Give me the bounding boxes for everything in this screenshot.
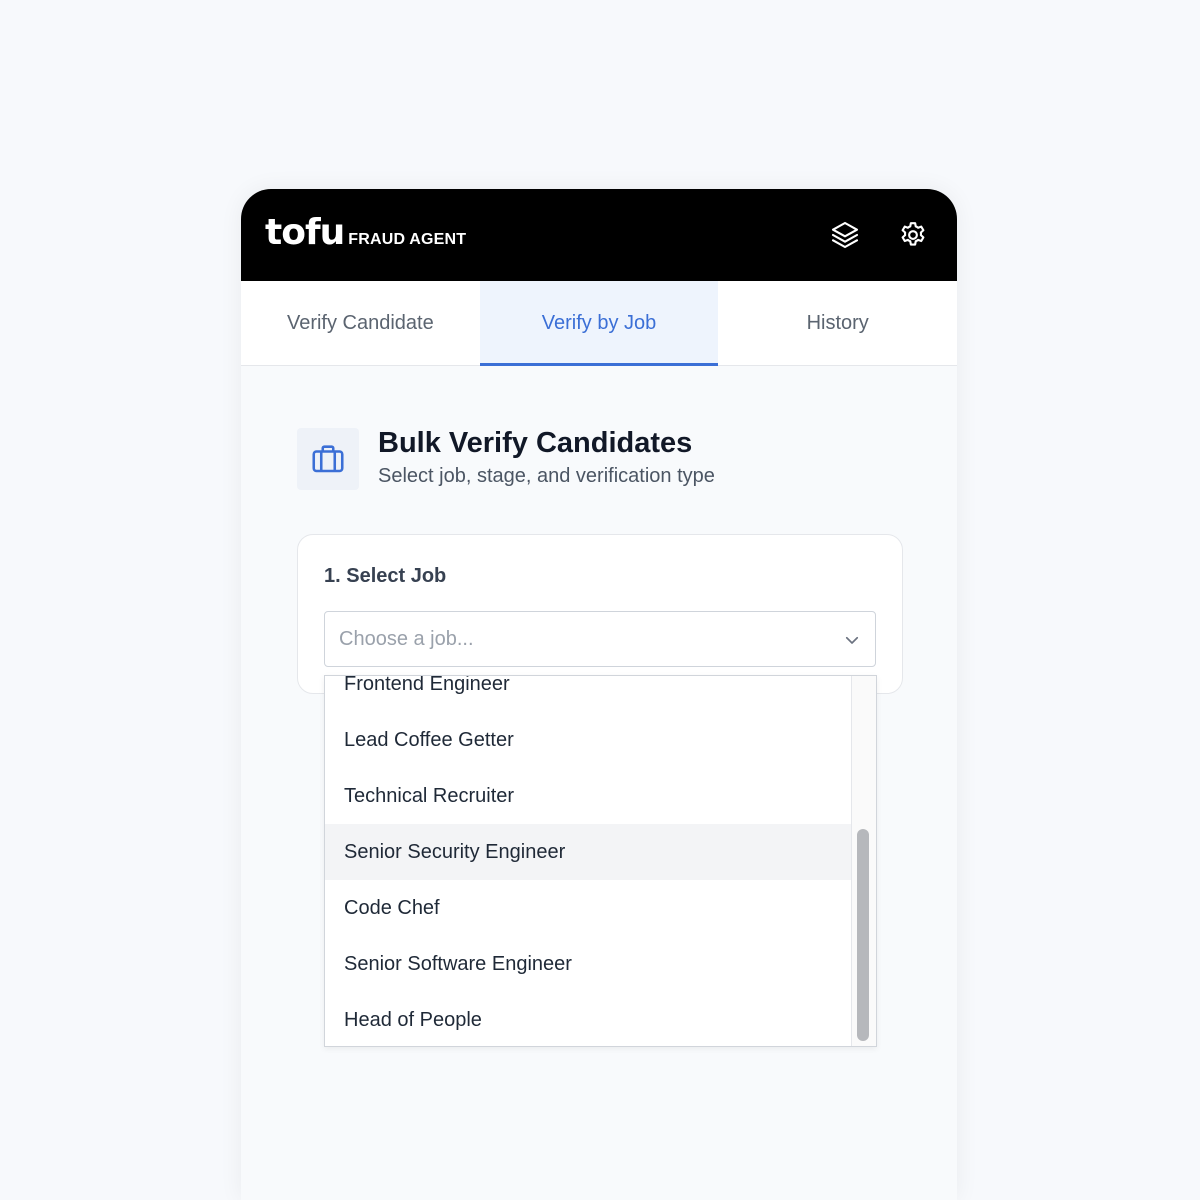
- job-option[interactable]: Frontend Engineer: [325, 676, 852, 712]
- job-option[interactable]: Senior Software Engineer: [325, 936, 852, 992]
- job-option[interactable]: Head of People: [325, 992, 852, 1046]
- job-option[interactable]: Technical Recruiter: [325, 768, 852, 824]
- tab-history[interactable]: History: [718, 281, 957, 365]
- job-select[interactable]: Choose a job...: [324, 611, 876, 667]
- dropdown-scrollbar[interactable]: [851, 676, 876, 1046]
- tab-verify-by-job[interactable]: Verify by Job: [479, 281, 719, 366]
- job-option-hovered[interactable]: Senior Security Engineer: [325, 824, 852, 880]
- chevron-down-icon: [845, 636, 859, 644]
- logo-word: tofu: [265, 212, 345, 253]
- layers-button[interactable]: [825, 215, 865, 255]
- select-job-card: 1. Select Job Choose a job...: [297, 534, 903, 694]
- job-option[interactable]: Lead Coffee Getter: [325, 712, 852, 768]
- layers-icon: [831, 221, 859, 249]
- briefcase-icon: [312, 445, 344, 473]
- job-dropdown-list[interactable]: Frontend Engineer Lead Coffee Getter Tec…: [324, 675, 877, 1047]
- app-logo: tofu FRAUD AGENT: [265, 213, 466, 253]
- logo-subtitle: FRAUD AGENT: [348, 231, 467, 248]
- tab-verify-candidate[interactable]: Verify Candidate: [241, 281, 480, 365]
- settings-button[interactable]: [893, 215, 933, 255]
- select-job-label: 1. Select Job: [324, 565, 447, 587]
- section-header: Bulk Verify Candidates Select job, stage…: [297, 427, 715, 490]
- page-title: Bulk Verify Candidates: [378, 427, 693, 459]
- job-option[interactable]: Code Chef: [325, 880, 852, 936]
- section-icon-box: [297, 428, 359, 490]
- page-subtitle: Select job, stage, and verification type: [378, 465, 715, 487]
- tab-bar: Verify Candidate Verify by Job History: [241, 281, 957, 366]
- job-select-placeholder: Choose a job...: [339, 628, 474, 650]
- scrollbar-thumb[interactable]: [857, 829, 869, 1041]
- app-header: tofu FRAUD AGENT: [241, 189, 957, 281]
- gear-icon: [901, 222, 925, 246]
